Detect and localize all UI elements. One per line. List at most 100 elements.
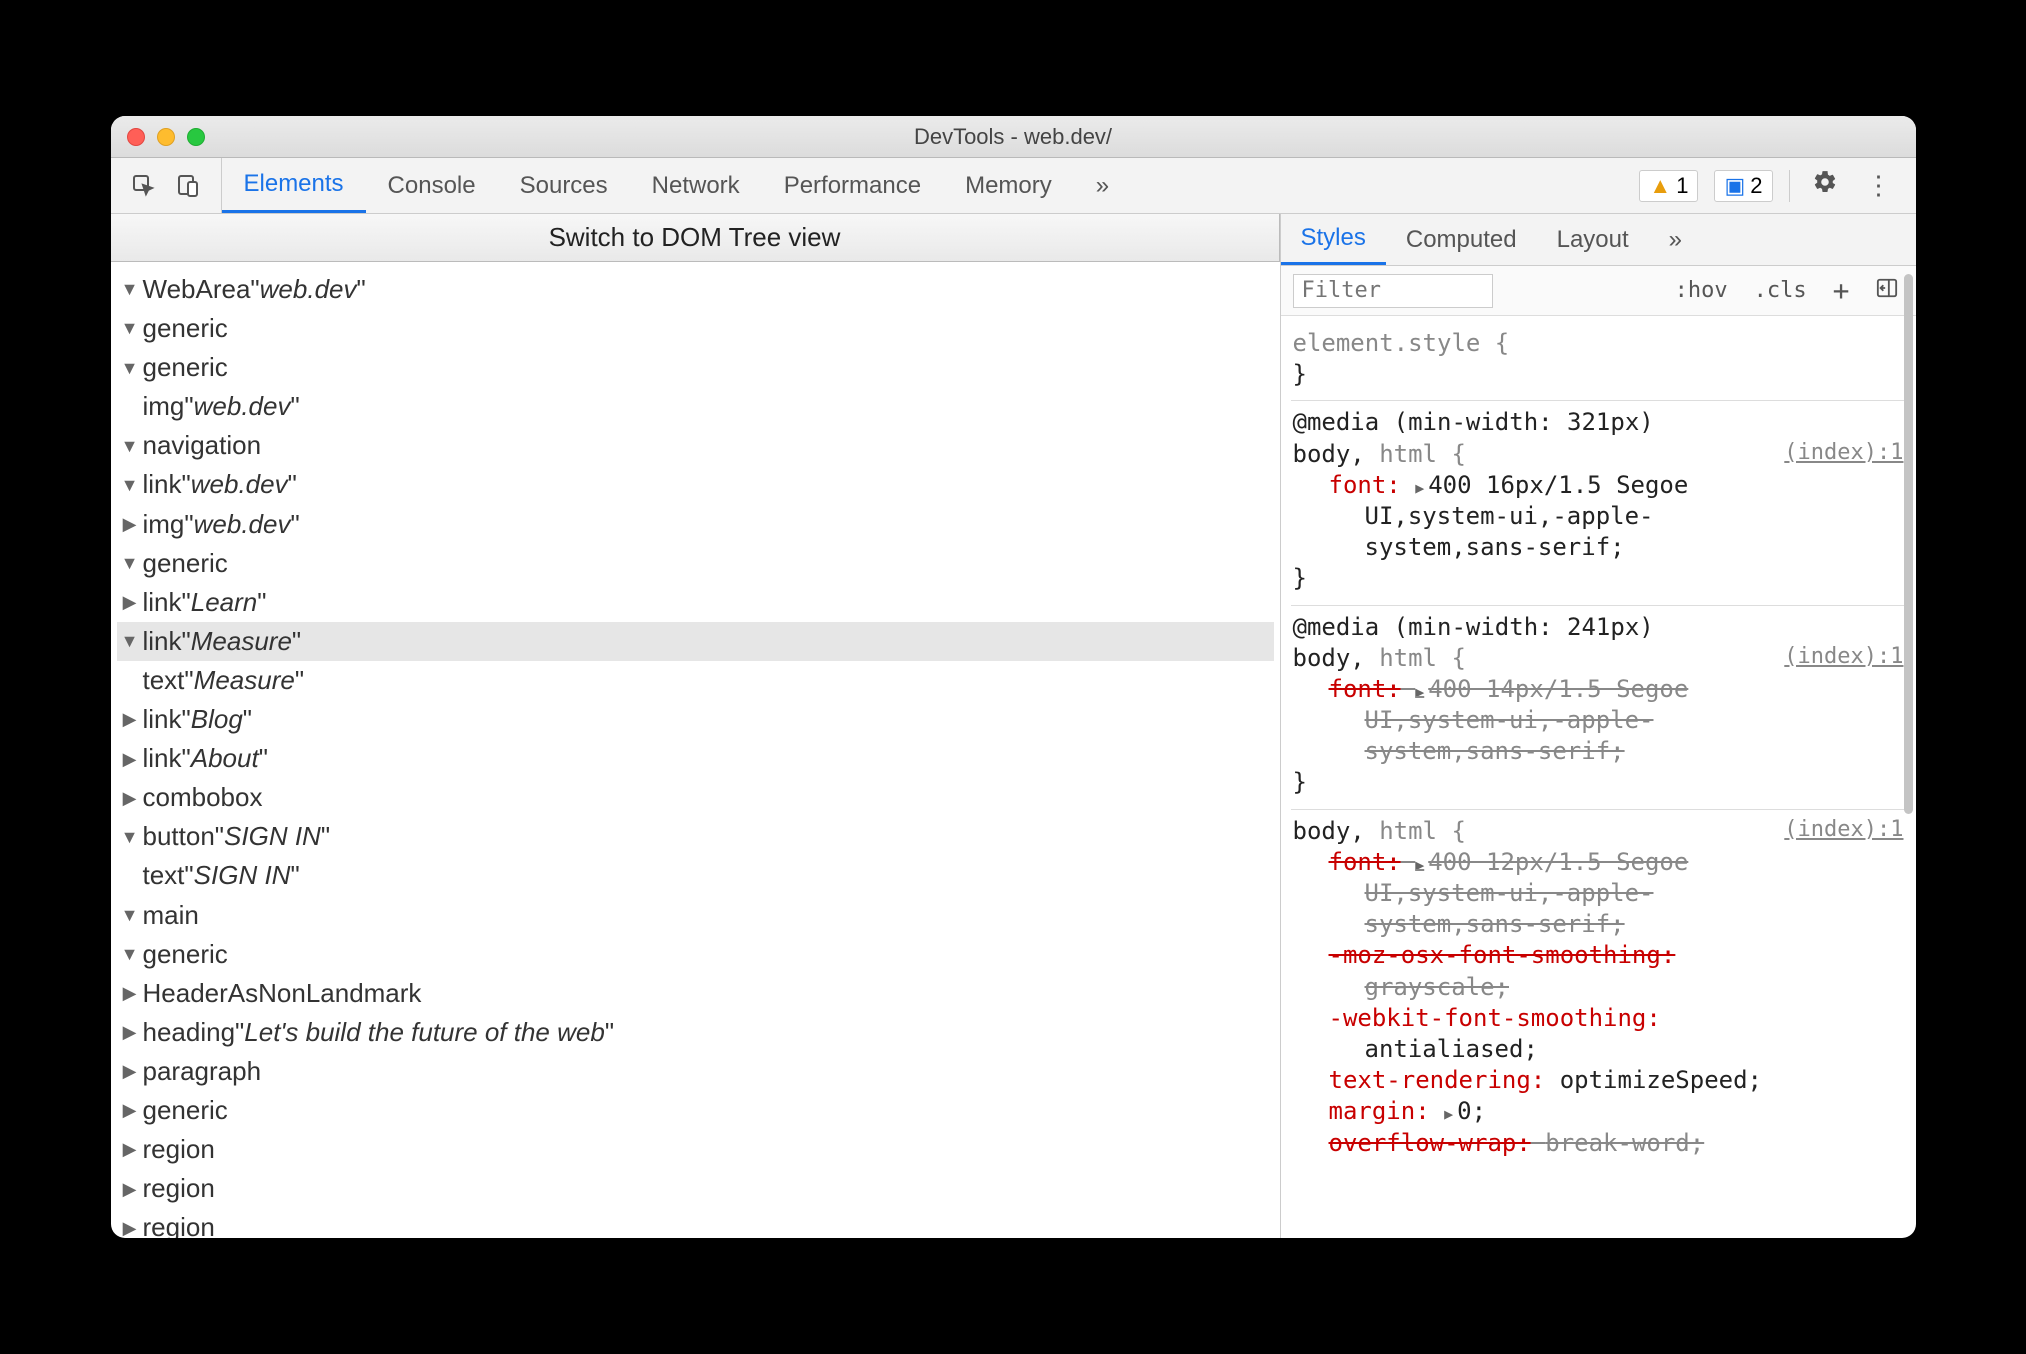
tree-node-role: img	[143, 389, 185, 424]
tree-node-role: region	[143, 1171, 215, 1206]
chevron-down-icon[interactable]: ▼	[117, 551, 143, 575]
tree-row[interactable]: text "Measure"	[117, 661, 1274, 700]
device-toolbar-icon[interactable]	[175, 173, 201, 199]
switch-tree-view-button[interactable]: Switch to DOM Tree view	[111, 214, 1280, 262]
rule-source-link[interactable]: (index):1	[1784, 816, 1903, 845]
chevron-down-icon[interactable]: ▼	[117, 903, 143, 927]
rule-source-link[interactable]: (index):1	[1784, 643, 1903, 672]
rule-selector-body: body,	[1293, 440, 1380, 468]
tree-node-name: web.dev	[260, 272, 357, 307]
tabs-overflow[interactable]: »	[1074, 158, 1131, 213]
tree-row[interactable]: ▶HeaderAsNonLandmark	[117, 974, 1274, 1013]
styles-filter-input[interactable]	[1293, 274, 1493, 308]
tree-row[interactable]: ▶link "Learn"	[117, 583, 1274, 622]
styles-tab-layout[interactable]: Layout	[1537, 214, 1649, 265]
tree-row[interactable]: ▼WebArea "web.dev"	[117, 270, 1274, 309]
tab-network[interactable]: Network	[630, 158, 762, 213]
tab-memory[interactable]: Memory	[943, 158, 1074, 213]
tree-row[interactable]: ▼button "SIGN IN"	[117, 817, 1274, 856]
chevron-right-icon[interactable]: ▶	[117, 1216, 143, 1238]
chevron-right-icon[interactable]: ▶	[117, 1098, 143, 1122]
tree-row[interactable]: ▶generic	[117, 1091, 1274, 1130]
chevron-down-icon[interactable]: ▼	[117, 473, 143, 497]
chevron-right-icon[interactable]: ▶	[117, 747, 143, 771]
messages-count: 2	[1750, 173, 1762, 199]
tree-node-role: generic	[143, 1093, 228, 1128]
rule-source-link[interactable]: (index):1	[1784, 439, 1903, 468]
tree-row[interactable]: ▶link "About"	[117, 739, 1274, 778]
scrollbar-thumb[interactable]	[1904, 274, 1913, 814]
tab-performance[interactable]: Performance	[762, 158, 943, 213]
chevron-right-icon[interactable]: ▶	[117, 512, 143, 536]
tree-row[interactable]: text "SIGN IN"	[117, 856, 1274, 895]
tree-row[interactable]: ▶link "Blog"	[117, 700, 1274, 739]
tree-row[interactable]: ▼link "Measure"	[117, 622, 1274, 661]
tree-row[interactable]: ▼main	[117, 896, 1274, 935]
chevron-right-icon[interactable]: ▶	[117, 1059, 143, 1083]
tree-row[interactable]: ▶img "web.dev"	[117, 505, 1274, 544]
chevron-down-icon[interactable]: ▼	[117, 825, 143, 849]
styles-pane: Styles Computed Layout » :hov .cls + ele…	[1281, 214, 1916, 1238]
rule-media-241[interactable]: @media (min-width: 241px) body, html { (…	[1291, 606, 1906, 810]
chevron-right-icon[interactable]: ▶	[117, 981, 143, 1005]
chevron-down-icon[interactable]: ▼	[117, 356, 143, 380]
rule-body-html[interactable]: body, html { (index):1 font: ▶400 12px/1…	[1291, 810, 1906, 1169]
toolbar-left-group	[111, 158, 222, 213]
messages-badge[interactable]: ▣ 2	[1714, 170, 1772, 202]
expand-shorthand-icon[interactable]: ▶	[1415, 856, 1428, 874]
tree-row[interactable]: ▼generic	[117, 935, 1274, 974]
css-value: 400 16px/1.5 Segoe	[1428, 471, 1688, 499]
more-options-icon[interactable]: ⋮	[1860, 170, 1898, 201]
tree-node-role: link	[143, 467, 182, 502]
chevron-right-icon[interactable]: ▶	[117, 590, 143, 614]
tree-row[interactable]: ▼navigation	[117, 426, 1274, 465]
rule-selector: element.style {	[1293, 329, 1510, 357]
settings-gear-icon[interactable]	[1806, 169, 1844, 202]
expand-shorthand-icon[interactable]: ▶	[1444, 1105, 1457, 1123]
chevron-right-icon[interactable]: ▶	[117, 707, 143, 731]
expand-shorthand-icon[interactable]: ▶	[1415, 683, 1428, 701]
new-style-rule-button[interactable]: +	[1827, 274, 1856, 307]
chevron-down-icon[interactable]: ▼	[117, 277, 143, 301]
chevron-right-icon[interactable]: ▶	[117, 1020, 143, 1044]
chevron-right-icon[interactable]: ▶	[117, 1177, 143, 1201]
tree-row[interactable]: img "web.dev"	[117, 387, 1274, 426]
titlebar: DevTools - web.dev/	[111, 116, 1916, 158]
styles-tabs-overflow[interactable]: »	[1649, 214, 1702, 265]
tree-row[interactable]: ▼generic	[117, 544, 1274, 583]
styles-rules-body[interactable]: element.style { } @media (min-width: 321…	[1281, 316, 1916, 1238]
sidebar-toggle-icon[interactable]	[1870, 277, 1904, 305]
tree-row[interactable]: ▶paragraph	[117, 1052, 1274, 1091]
styles-tab-styles[interactable]: Styles	[1281, 214, 1386, 265]
chevron-down-icon[interactable]: ▼	[117, 434, 143, 458]
chevron-down-icon[interactable]: ▼	[117, 942, 143, 966]
tab-elements[interactable]: Elements	[222, 158, 366, 213]
tree-row[interactable]: ▶heading "Let's build the future of the …	[117, 1013, 1274, 1052]
main-tabs: Elements Console Sources Network Perform…	[222, 158, 1622, 213]
cls-toggle[interactable]: .cls	[1748, 278, 1813, 303]
chevron-right-icon[interactable]: ▶	[117, 1137, 143, 1161]
tree-row[interactable]: ▼generic	[117, 348, 1274, 387]
tree-node-name: SIGN IN	[224, 819, 321, 854]
tree-row[interactable]: ▶region	[117, 1169, 1274, 1208]
styles-tab-computed[interactable]: Computed	[1386, 214, 1537, 265]
tree-row[interactable]: ▼link "web.dev"	[117, 465, 1274, 504]
tree-row[interactable]: ▼generic	[117, 309, 1274, 348]
rule-media: @media (min-width: 241px)	[1293, 613, 1654, 641]
tree-row[interactable]: ▶region	[117, 1208, 1274, 1238]
tree-node-role: text	[143, 663, 185, 698]
rule-element-style[interactable]: element.style { }	[1291, 322, 1906, 401]
chevron-down-icon[interactable]: ▼	[117, 629, 143, 653]
chevron-right-icon[interactable]: ▶	[117, 786, 143, 810]
rule-media-321[interactable]: @media (min-width: 321px) body, html { (…	[1291, 401, 1906, 605]
expand-shorthand-icon[interactable]: ▶	[1415, 479, 1428, 497]
tree-row[interactable]: ▶region	[117, 1130, 1274, 1169]
hov-toggle[interactable]: :hov	[1669, 278, 1734, 303]
tree-row[interactable]: ▶combobox	[117, 778, 1274, 817]
inspect-element-icon[interactable]	[131, 173, 157, 199]
chevron-down-icon[interactable]: ▼	[117, 316, 143, 340]
tab-console[interactable]: Console	[366, 158, 498, 213]
tab-sources[interactable]: Sources	[498, 158, 630, 213]
warnings-badge[interactable]: ▲ 1	[1639, 170, 1698, 202]
accessibility-tree[interactable]: ▼WebArea "web.dev"▼generic▼genericimg "w…	[111, 262, 1280, 1238]
